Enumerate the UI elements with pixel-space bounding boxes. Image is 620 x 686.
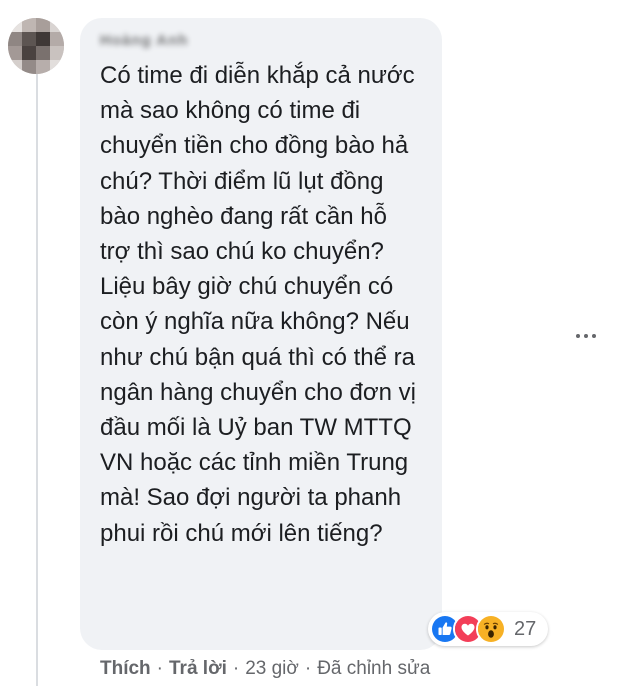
reactions-summary[interactable]: 27 xyxy=(428,612,549,646)
separator-dot: · xyxy=(232,658,240,679)
separator-dot: · xyxy=(304,658,312,679)
timestamp-link[interactable]: 23 giờ xyxy=(245,658,299,680)
comment-actions: Thích · Trả lời · 23 giờ · Đã chỉnh sửa xyxy=(100,656,430,682)
separator-dot: · xyxy=(156,658,163,679)
reaction-count: 27 xyxy=(514,617,537,640)
author-name[interactable]: Hoàng Anh xyxy=(100,32,188,49)
wow-icon xyxy=(476,614,506,644)
thread-line xyxy=(36,70,38,686)
comment-thread: Hoàng Anh Có time đi diễn khắp cả nước m… xyxy=(0,0,620,686)
more-options-button[interactable] xyxy=(566,322,606,350)
avatar[interactable] xyxy=(8,18,64,74)
dot-icon xyxy=(592,334,596,338)
edited-label[interactable]: Đã chỉnh sửa xyxy=(317,658,430,680)
reaction-icons xyxy=(430,614,506,644)
dot-icon xyxy=(576,334,580,338)
reply-link[interactable]: Trả lời xyxy=(169,658,227,680)
comment-body: Có time đi diễn khắp cả nước mà sao khôn… xyxy=(100,62,416,547)
dot-icon xyxy=(584,334,588,338)
comment-author[interactable]: Hoàng Anh xyxy=(100,32,188,50)
like-link[interactable]: Thích xyxy=(100,658,151,680)
